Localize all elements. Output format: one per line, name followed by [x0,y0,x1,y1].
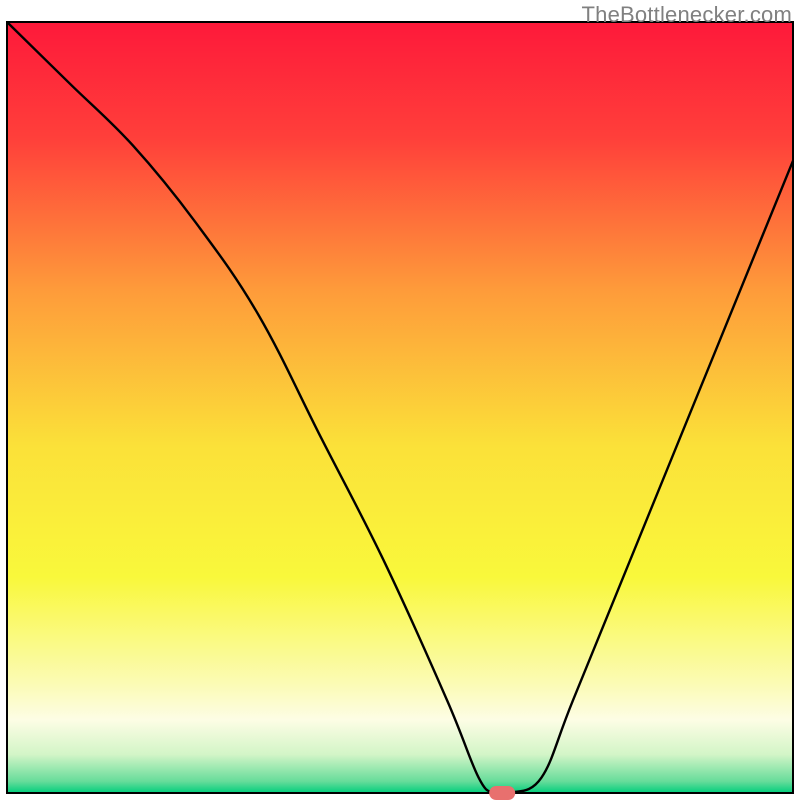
chart-container: TheBottlenecker.com [0,0,800,800]
attribution-label: TheBottlenecker.com [582,2,792,28]
optimum-marker [489,786,515,800]
bottleneck-chart [0,0,800,800]
